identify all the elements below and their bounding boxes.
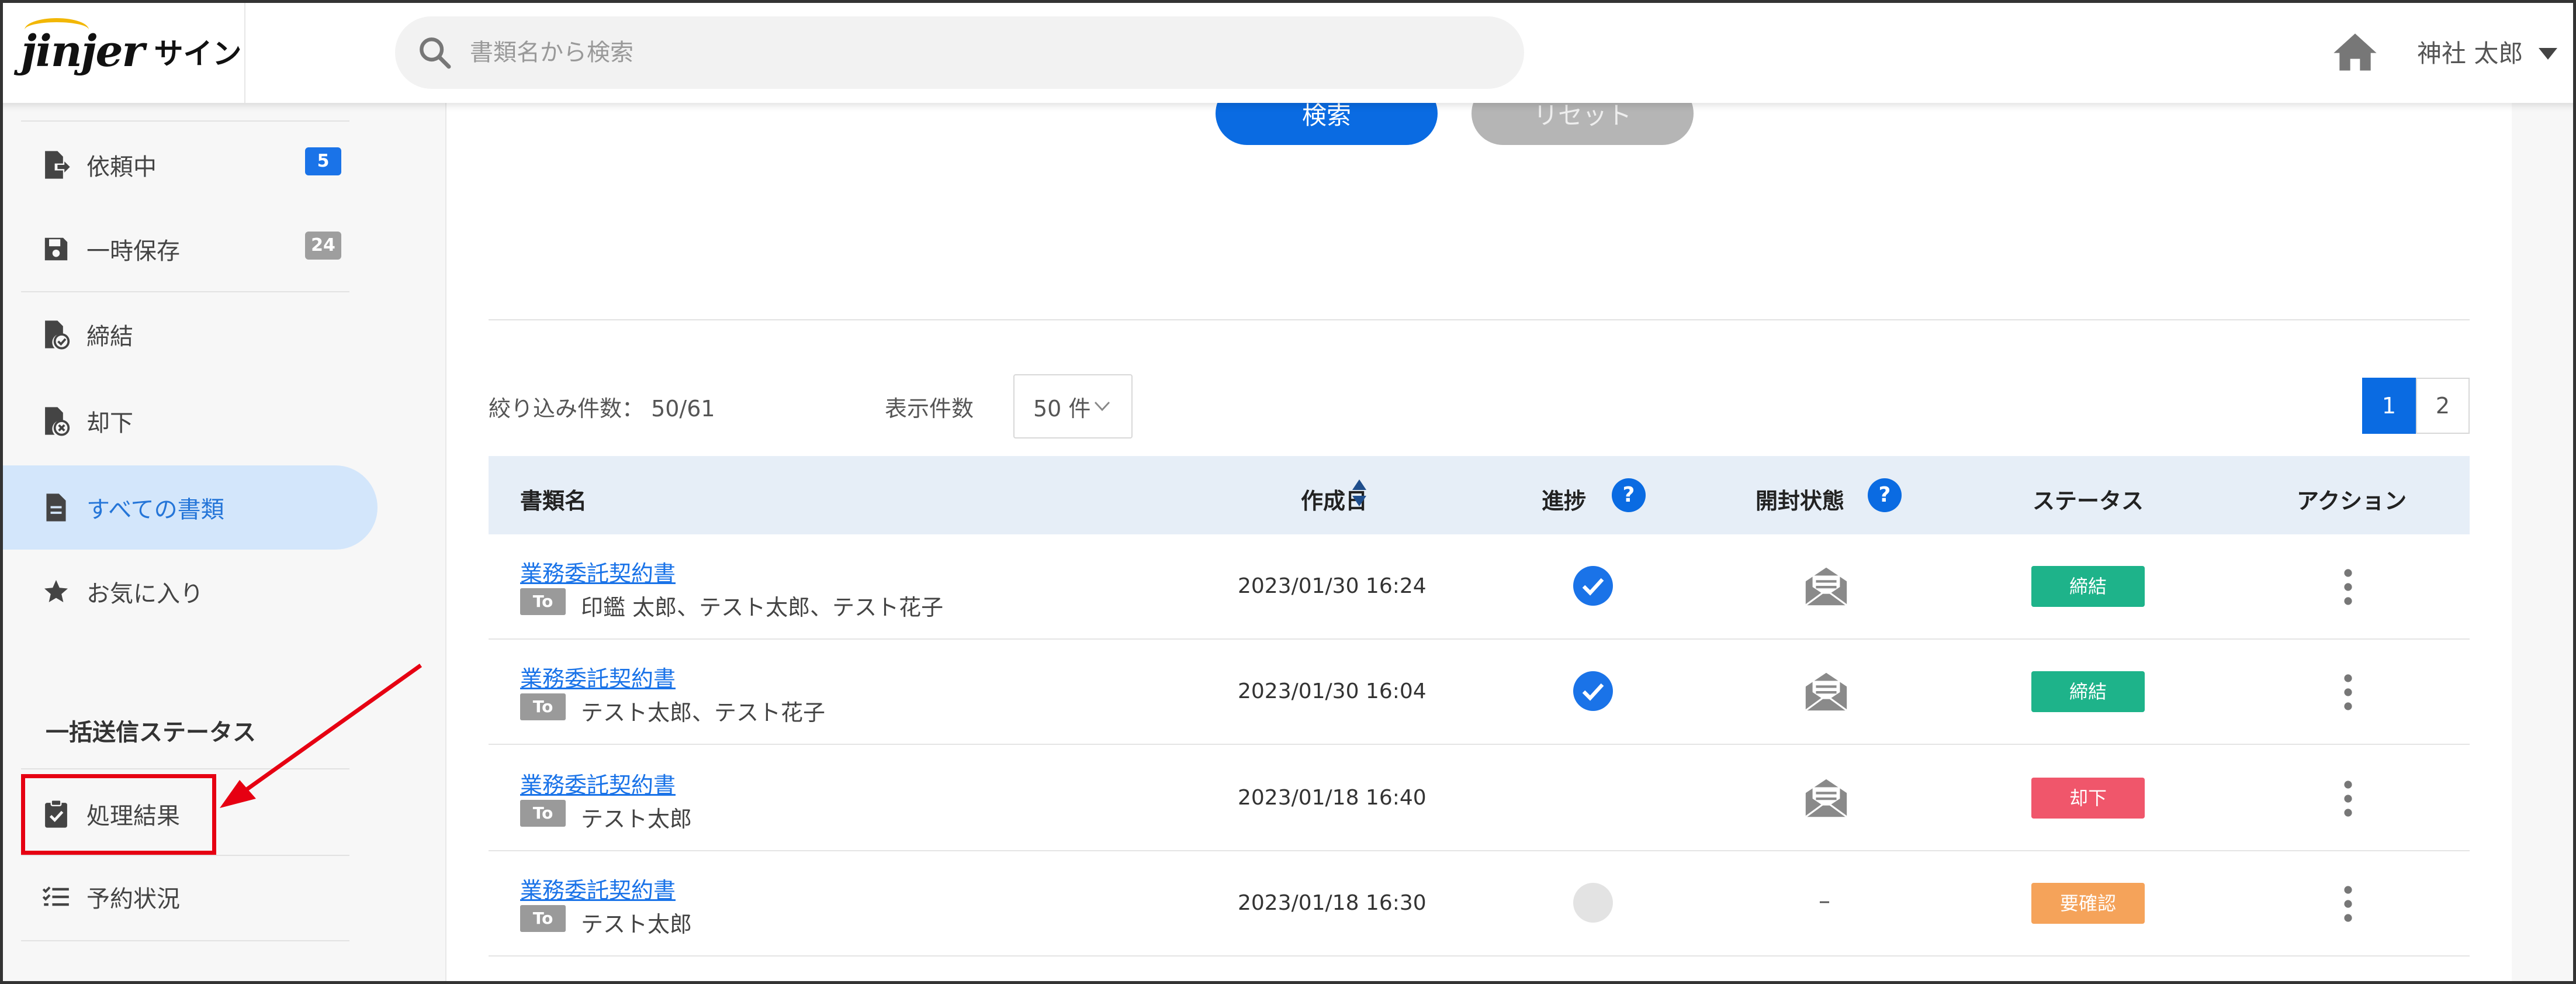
envelope-open-icon [1805, 567, 1848, 606]
column-header-progress: 進捗 [1542, 488, 1587, 514]
recipients-text: テスト太郎 [581, 806, 693, 832]
check-circle-icon [1573, 566, 1613, 606]
filter-count: 絞り込み件数： 50/61 [489, 396, 715, 422]
created-date: 2023/01/30 16:04 [1238, 679, 1427, 703]
sidebar-item-rejected[interactable]: 却下 [0, 380, 351, 462]
sidebar-item-all-documents[interactable]: すべての書類 [0, 467, 351, 548]
kebab-menu-icon[interactable] [2343, 885, 2353, 923]
count-badge: 5 [305, 147, 341, 175]
sidebar-item-draft[interactable]: 一時保存 [0, 208, 351, 290]
table-row: 業務委託契約書 To テスト太郎、テスト花子 2023/01/30 16:04 … [489, 640, 2470, 745]
created-date: 2023/01/18 16:40 [1238, 786, 1427, 810]
table-row: 業務委託契約書 To テスト太郎 2023/01/18 16:30 – 要確認 [489, 851, 2470, 957]
table-header: 書類名 作成日 進捗 ? 開封状態 ? ステータス アクション [489, 456, 2470, 534]
recipients-text: テスト太郎、テスト花子 [581, 700, 826, 726]
sidebar-item-label: お気に入り [86, 581, 203, 607]
to-badge: To [520, 800, 566, 827]
column-header-name: 書類名 [520, 488, 587, 514]
sidebar-item-label: 締結 [86, 323, 133, 350]
checklist-icon [42, 886, 69, 906]
logo-subtitle: サイン [154, 37, 242, 71]
document-name-link[interactable]: 業務委託契約書 [520, 661, 676, 693]
kebab-menu-icon[interactable] [2343, 674, 2353, 711]
home-icon[interactable] [2332, 32, 2378, 72]
logo-wordmark: jinjer [21, 18, 145, 77]
kebab-menu-icon[interactable] [2343, 568, 2353, 606]
logo[interactable]: jinjer サイン [0, 0, 245, 103]
search-icon [420, 37, 451, 69]
caret-down-icon[interactable] [2539, 48, 2557, 60]
progress-help-icon[interactable]: ? [1612, 478, 1646, 512]
document-name-link[interactable]: 業務委託契約書 [520, 555, 676, 588]
check-circle-icon [1573, 671, 1613, 711]
status-badge: 却下 [2031, 778, 2145, 819]
page-gutter [2512, 103, 2576, 984]
display-count-label: 表示件数 [885, 396, 974, 422]
not-opened-dash: – [1819, 888, 1830, 914]
file-export-icon [45, 151, 70, 179]
sidebar-item-label: 予約状況 [86, 886, 180, 913]
pending-circle-icon [1573, 883, 1613, 923]
file-check-icon [45, 320, 70, 350]
sidebar-item-favorites[interactable]: お気に入り [0, 551, 351, 633]
search-input[interactable] [470, 39, 1463, 66]
status-badge: 締結 [2031, 671, 2145, 712]
table-row: 業務委託契約書 To テスト太郎 2023/01/18 16:40 却下 [489, 746, 2470, 851]
top-header: jinjer サイン 神社 太郎 [0, 0, 2576, 103]
document-icon [46, 493, 66, 522]
page-1-button[interactable]: 1 [2362, 378, 2416, 434]
sort-icon[interactable] [1351, 478, 1367, 507]
sidebar-item-label: すべての書類 [86, 496, 224, 523]
page-2-button[interactable]: 2 [2416, 378, 2470, 434]
created-date: 2023/01/18 16:30 [1238, 891, 1427, 915]
envelope-open-icon [1805, 672, 1848, 712]
table-row: 業務委託契約書 To 印鑑 太郎、テスト太郎、テスト花子 2023/01/30 … [489, 534, 2470, 640]
highlight-annotation-box [21, 774, 216, 855]
sidebar-item-concluded[interactable]: 締結 [0, 294, 351, 375]
column-header-action: アクション [2297, 488, 2407, 514]
count-badge: 24 [305, 232, 341, 260]
opened-help-icon[interactable]: ? [1868, 478, 1902, 512]
document-name-link[interactable]: 業務委託契約書 [520, 872, 676, 904]
to-badge: To [520, 588, 566, 615]
kebab-menu-icon[interactable] [2343, 780, 2353, 817]
column-header-status: ステータス [2033, 488, 2144, 514]
recipients-text: テスト太郎 [581, 912, 693, 937]
star-icon [44, 580, 68, 602]
document-name-link[interactable]: 業務委託契約書 [520, 767, 676, 799]
column-header-opened: 開封状態 [1756, 488, 1845, 514]
red-arrow-annotation [220, 664, 423, 808]
sidebar-item-label: 依頼中 [86, 154, 157, 181]
status-badge: 要確認 [2031, 883, 2145, 924]
status-badge: 締結 [2031, 566, 2145, 607]
sidebar-item-label: 却下 [86, 410, 133, 437]
file-reject-icon [45, 407, 70, 436]
recipients-text: 印鑑 太郎、テスト太郎、テスト花子 [581, 595, 944, 620]
chevron-down-icon [1095, 402, 1110, 412]
to-badge: To [520, 905, 566, 932]
sidebar-item-label: 一時保存 [86, 238, 180, 265]
search-bar[interactable] [395, 16, 1524, 89]
sidebar-divider [21, 940, 349, 941]
sidebar-divider [21, 120, 349, 122]
display-count-select[interactable]: 50 件 [1013, 374, 1133, 439]
user-menu-name[interactable]: 神社 太郎 [2417, 34, 2523, 70]
created-date: 2023/01/30 16:24 [1238, 574, 1427, 598]
to-badge: To [520, 693, 566, 720]
display-count-value: 50 件 [1033, 395, 1091, 422]
sidebar-item-reservations[interactable]: 予約状況 [0, 856, 351, 938]
save-icon [44, 237, 68, 261]
envelope-open-icon [1805, 779, 1848, 818]
sidebar-item-requesting[interactable]: 依頼中 [0, 124, 351, 206]
sidebar-divider [21, 291, 349, 292]
section-divider [489, 319, 2470, 320]
